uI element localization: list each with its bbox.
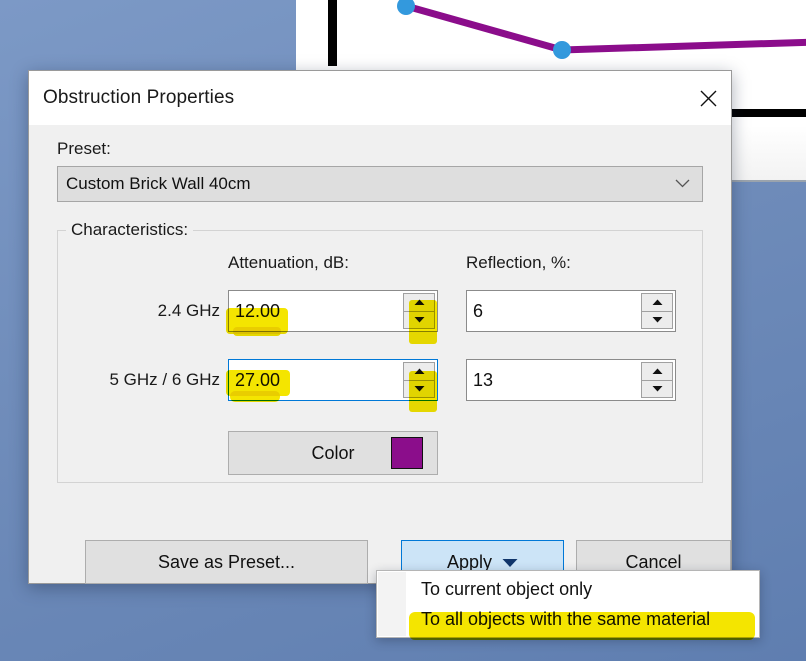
color-swatch[interactable] bbox=[391, 437, 423, 469]
attenuation-spinner-2-4ghz[interactable] bbox=[403, 293, 435, 329]
reflection-spinner-2-4ghz[interactable] bbox=[641, 293, 673, 329]
spinner-down-icon[interactable] bbox=[403, 311, 435, 329]
attenuation-input-2-4ghz[interactable]: 12.00 bbox=[228, 290, 438, 332]
page-title: Obstruction Properties bbox=[43, 87, 235, 108]
reflection-spinner-5ghz-6ghz[interactable] bbox=[641, 362, 673, 398]
apply-dropdown-menu: To current object only To all objects wi… bbox=[376, 570, 760, 638]
obstruction-properties-dialog: Obstruction Properties Preset: Custom Br… bbox=[28, 70, 732, 584]
color-button[interactable]: Color bbox=[228, 431, 438, 475]
screen: Obstruction Properties Preset: Custom Br… bbox=[0, 0, 806, 661]
characteristics-legend: Characteristics: bbox=[66, 220, 194, 240]
band-row-2-4ghz: 2.4 GHz 12.00 6 bbox=[58, 290, 702, 332]
spinner-up-icon[interactable] bbox=[403, 293, 435, 312]
column-headers: Attenuation, dB: Reflection, %: bbox=[58, 253, 702, 277]
spinner-up-icon[interactable] bbox=[641, 293, 673, 312]
dialog-body: Preset: Custom Brick Wall 40cm Character… bbox=[29, 139, 731, 596]
vertex-handle bbox=[553, 41, 571, 59]
preset-label: Preset: bbox=[57, 139, 111, 158]
menu-item-all-objects-same-material[interactable]: To all objects with the same material bbox=[377, 604, 759, 634]
spinner-down-icon[interactable] bbox=[641, 380, 673, 398]
spinner-down-icon[interactable] bbox=[403, 380, 435, 398]
band-row-5ghz-6ghz: 5 GHz / 6 GHz 27.00 13 bbox=[58, 359, 702, 401]
menu-item-current-object[interactable]: To current object only bbox=[377, 574, 759, 604]
band-label-2-4ghz: 2.4 GHz bbox=[157, 301, 220, 320]
spinner-up-icon[interactable] bbox=[641, 362, 673, 381]
vertex-handle bbox=[397, 0, 415, 15]
chevron-down-icon bbox=[675, 175, 690, 193]
column-header-reflection: Reflection, %: bbox=[466, 253, 571, 272]
close-icon[interactable] bbox=[685, 71, 731, 125]
save-as-preset-button[interactable]: Save as Preset... bbox=[85, 540, 368, 584]
menu-item-label: To all objects with the same material bbox=[421, 609, 711, 629]
reflection-input-5ghz-6ghz[interactable]: 13 bbox=[466, 359, 676, 401]
column-header-attenuation: Attenuation, dB: bbox=[228, 253, 349, 272]
band-label-5ghz-6ghz: 5 GHz / 6 GHz bbox=[109, 370, 220, 389]
spinner-up-icon[interactable] bbox=[403, 362, 435, 381]
save-as-preset-label: Save as Preset... bbox=[157, 551, 296, 572]
attenuation-input-5ghz-6ghz[interactable]: 27.00 bbox=[228, 359, 438, 401]
dialog-titlebar: Obstruction Properties bbox=[29, 71, 731, 125]
attenuation-spinner-5ghz-6ghz[interactable] bbox=[403, 362, 435, 398]
color-button-label: Color bbox=[311, 442, 355, 463]
menu-item-label: To current object only bbox=[421, 579, 593, 599]
characteristics-groupbox: Characteristics: Attenuation, dB: Reflec… bbox=[57, 220, 703, 483]
preset-value: Custom Brick Wall 40cm bbox=[66, 174, 251, 193]
reflection-input-2-4ghz[interactable]: 6 bbox=[466, 290, 676, 332]
preset-combobox[interactable]: Custom Brick Wall 40cm bbox=[57, 166, 703, 202]
spinner-down-icon[interactable] bbox=[641, 311, 673, 329]
